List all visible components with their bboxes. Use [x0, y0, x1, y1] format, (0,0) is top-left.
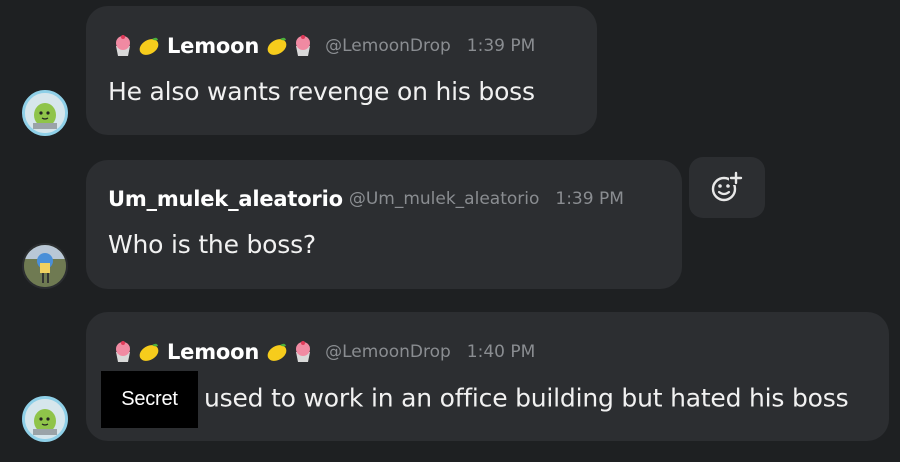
cupcake-icon [111, 34, 135, 58]
lemon-icon [137, 340, 161, 364]
message-text: Who is the boss? [108, 230, 316, 259]
message-bubble[interactable] [86, 160, 682, 289]
lemon-icon [265, 340, 289, 364]
message-timestamp: 1:40 PM [466, 342, 536, 362]
author-name[interactable]: Lemoon [167, 340, 259, 364]
message-timestamp: 1:39 PM [466, 36, 536, 56]
redaction-box: Secret [101, 371, 198, 428]
avatar-lemoon[interactable] [22, 396, 68, 442]
message-timestamp: 1:39 PM [555, 189, 624, 209]
author-name[interactable]: Um_mulek_aleatorio [108, 187, 343, 211]
message-header: Lemoon @LemoonDrop 1:39 PM [111, 34, 535, 58]
message-text: He also wants revenge on his boss [108, 77, 535, 106]
lemon-icon [137, 34, 161, 58]
message-bubble[interactable] [86, 6, 597, 135]
message-text: used to work in an office building but h… [204, 383, 849, 413]
author-name[interactable]: Lemoon [167, 34, 259, 58]
lemon-icon [265, 34, 289, 58]
message-text-line: Secret used to work in an office building… [101, 371, 849, 428]
message-header: Um_mulek_aleatorio @Um_mulek_aleatorio 1… [108, 187, 624, 211]
cupcake-icon [291, 340, 315, 364]
author-handle[interactable]: @LemoonDrop [325, 342, 451, 362]
cupcake-icon [111, 340, 135, 364]
cupcake-icon [291, 34, 315, 58]
add-reaction-icon [711, 171, 743, 202]
avatar-lemoon[interactable] [22, 90, 68, 136]
user-avatar-icon [24, 245, 66, 287]
add-reaction-button[interactable] [689, 157, 765, 218]
author-handle[interactable]: @LemoonDrop [325, 36, 451, 56]
lemon-avatar-icon [25, 93, 65, 133]
lemon-avatar-icon [25, 399, 65, 439]
message-header: Lemoon @LemoonDrop 1:40 PM [111, 340, 535, 364]
author-handle[interactable]: @Um_mulek_aleatorio [349, 189, 540, 209]
avatar-um-mulek[interactable] [22, 243, 68, 289]
